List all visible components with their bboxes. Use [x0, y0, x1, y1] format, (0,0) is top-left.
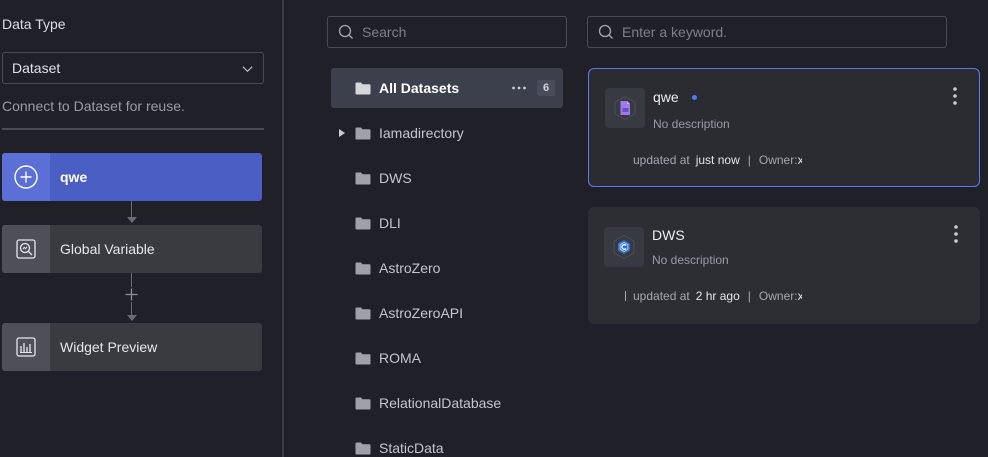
- left-panel: Data Type Dataset Connect to Dataset for…: [0, 0, 282, 457]
- owner-value: x: [797, 289, 802, 303]
- dataset-search-input[interactable]: [622, 24, 936, 40]
- dataset-title: qwe: [653, 89, 679, 105]
- updated-value: just now: [695, 153, 740, 167]
- arrow-down-icon: [127, 315, 137, 321]
- dataset-card[interactable]: DWS No description updated at 2 hr ago |…: [588, 207, 980, 324]
- owner-label: Owner:: [758, 289, 798, 303]
- status-dot: [692, 95, 697, 100]
- owner-value: x: [797, 153, 802, 167]
- connector-line: [131, 273, 132, 287]
- folder-label: StaticData: [379, 440, 444, 456]
- flow-node-widget-preview[interactable]: Widget Preview: [2, 323, 262, 371]
- search-icon: [338, 24, 353, 39]
- bar-chart-icon: [2, 323, 50, 371]
- folder-item[interactable]: Iamadirectory: [331, 113, 563, 153]
- folder-icon: [355, 442, 371, 454]
- folder-search-box[interactable]: [327, 16, 567, 48]
- folder-label: RelationalDatabase: [379, 395, 502, 411]
- folder-icon: [355, 217, 371, 229]
- plus-circle-icon: [2, 153, 50, 201]
- dataset-meta: updated at 2 hr ago | Owner: x: [625, 289, 802, 303]
- dataset-description: No description: [652, 253, 729, 267]
- folder-item[interactable]: StaticData: [331, 428, 563, 457]
- data-type-label: Data Type: [2, 16, 66, 32]
- search-chart-icon: [2, 225, 50, 273]
- folder-icon: [355, 172, 371, 184]
- folder-label: Iamadirectory: [379, 125, 464, 141]
- flow-node-label: Global Variable: [60, 241, 155, 257]
- flow-node-label: qwe: [60, 169, 88, 185]
- dataset-meta: updated at just now | Owner: x: [633, 153, 802, 167]
- folder-icon: [355, 397, 371, 409]
- folder-icon: [355, 127, 371, 139]
- folder-item[interactable]: DWS: [331, 158, 563, 198]
- updated-label: updated at: [633, 153, 690, 167]
- more-horizontal-icon[interactable]: [511, 86, 527, 90]
- folder-label: All Datasets: [379, 80, 460, 96]
- folder-label: DWS: [379, 170, 412, 186]
- dataset-count-badge: 6: [537, 80, 555, 96]
- folder-item[interactable]: ROMA: [331, 338, 563, 378]
- folder-item[interactable]: DLI: [331, 203, 563, 243]
- flow-node-global-variable[interactable]: Global Variable: [2, 225, 262, 273]
- folder-label: AstroZero: [379, 260, 441, 276]
- dataset-icon: [605, 88, 645, 128]
- more-vertical-icon[interactable]: [953, 87, 957, 105]
- folder-all-datasets[interactable]: All Datasets 6: [331, 68, 563, 108]
- dataset-search-box[interactable]: [587, 16, 947, 48]
- connector-line: [131, 302, 132, 315]
- data-type-hint: Connect to Dataset for reuse.: [2, 98, 185, 114]
- panel-divider: [282, 0, 284, 457]
- flow-node-label: Widget Preview: [60, 339, 158, 355]
- data-type-select[interactable]: Dataset: [2, 52, 264, 84]
- folder-search-input[interactable]: [362, 24, 556, 40]
- connector-line: [131, 201, 132, 217]
- folder-icon: [355, 352, 371, 364]
- caret-right-icon[interactable]: [339, 129, 349, 137]
- dataset-title: DWS: [652, 227, 685, 243]
- folder-icon: [355, 307, 371, 319]
- add-node-icon[interactable]: [124, 287, 139, 302]
- folder-label: ROMA: [379, 350, 421, 366]
- flow-node-dataset[interactable]: qwe: [2, 153, 262, 201]
- more-vertical-icon[interactable]: [954, 225, 958, 243]
- dws-icon: [604, 227, 644, 267]
- folder-icon: [355, 262, 371, 274]
- folder-item[interactable]: RelationalDatabase: [331, 383, 563, 423]
- dataset-description: No description: [653, 117, 730, 131]
- updated-label: updated at: [633, 289, 690, 303]
- data-source-page: Data Type Dataset Connect to Dataset for…: [0, 0, 988, 457]
- folder-item[interactable]: AstroZero: [331, 248, 563, 288]
- search-icon: [598, 24, 613, 39]
- owner-label: Owner:: [758, 153, 798, 167]
- folder-label: AstroZeroAPI: [379, 305, 464, 321]
- data-type-value: Dataset: [12, 60, 61, 76]
- hint-divider: [2, 128, 264, 130]
- arrow-down-icon: [127, 217, 137, 223]
- folder-icon: [355, 82, 371, 94]
- folder-label: DLI: [379, 215, 401, 231]
- updated-value: 2 hr ago: [695, 289, 740, 303]
- chevron-down-icon: [242, 65, 253, 72]
- folder-item[interactable]: AstroZeroAPI: [331, 293, 563, 333]
- dataset-card[interactable]: qwe No description updated at just now |…: [588, 68, 980, 187]
